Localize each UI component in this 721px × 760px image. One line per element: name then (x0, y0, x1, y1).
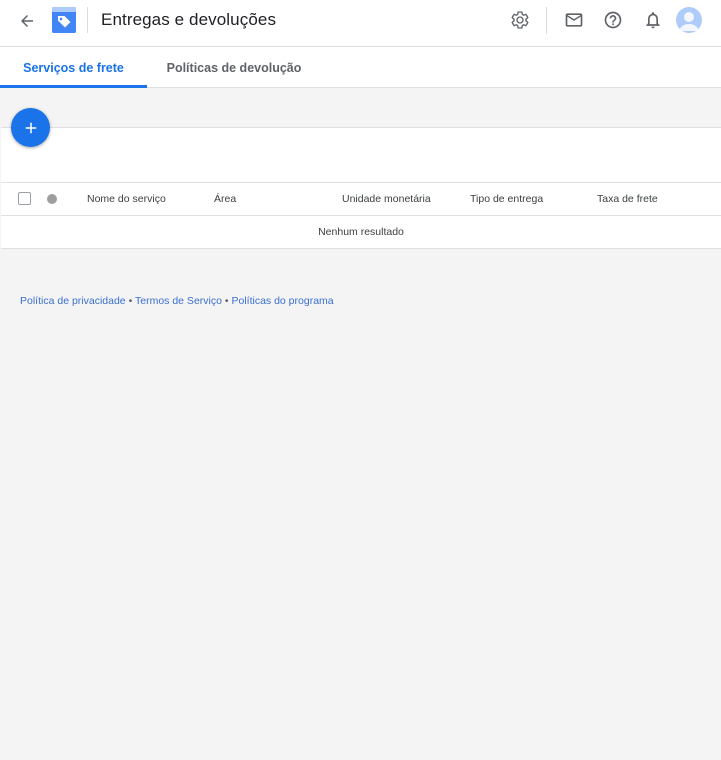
empty-results-message: Nenhum resultado (318, 226, 404, 238)
bell-icon (646, 12, 660, 29)
column-header-delivery-type[interactable]: Tipo de entrega (470, 193, 543, 205)
column-header-shipping-rate[interactable]: Taxa de frete (597, 193, 658, 205)
footer-separator: • (128, 295, 133, 307)
mail-button[interactable] (562, 8, 586, 32)
back-button[interactable] (14, 8, 40, 34)
footer-separator: • (224, 295, 229, 307)
gear-icon (511, 11, 529, 29)
select-all-checkbox[interactable] (18, 192, 31, 205)
settings-button[interactable] (508, 8, 532, 32)
app-header: Entregas e devoluções (0, 0, 721, 47)
services-table-card: Nome do serviço Área Unidade monetária T… (1, 127, 721, 249)
tab-bar: Serviços de frete Políticas de devolução (0, 47, 721, 88)
tab-return-policies[interactable]: Políticas de devolução (147, 47, 321, 88)
avatar[interactable] (676, 7, 702, 33)
program-policies-link[interactable]: Políticas do programa (231, 295, 333, 307)
plus-icon (25, 122, 36, 133)
table-header-row: Nome do serviço Área Unidade monetária T… (1, 182, 721, 216)
terms-of-service-link[interactable]: Termos de Serviço (135, 295, 222, 307)
notifications-button[interactable] (641, 8, 665, 32)
privacy-policy-link[interactable]: Política de privacidade (20, 295, 126, 307)
help-icon (604, 11, 622, 29)
mail-icon (565, 13, 583, 27)
tab-shipping-services[interactable]: Serviços de frete (0, 47, 147, 88)
footer-links: Política de privacidade • Termos de Serv… (20, 295, 334, 307)
user-avatar-icon (679, 12, 699, 31)
status-column-indicator (47, 194, 57, 204)
column-header-area[interactable]: Área (214, 193, 236, 205)
arrow-back-icon (21, 15, 33, 27)
page-title: Entregas e devoluções (101, 10, 277, 29)
add-service-button[interactable] (11, 108, 50, 147)
merchant-logo-icon (52, 7, 76, 33)
help-button[interactable] (601, 8, 625, 32)
column-header-currency[interactable]: Unidade monetária (342, 193, 431, 205)
column-header-service-name[interactable]: Nome do serviço (87, 193, 166, 205)
header-divider-right (546, 7, 547, 34)
header-divider (87, 7, 88, 33)
